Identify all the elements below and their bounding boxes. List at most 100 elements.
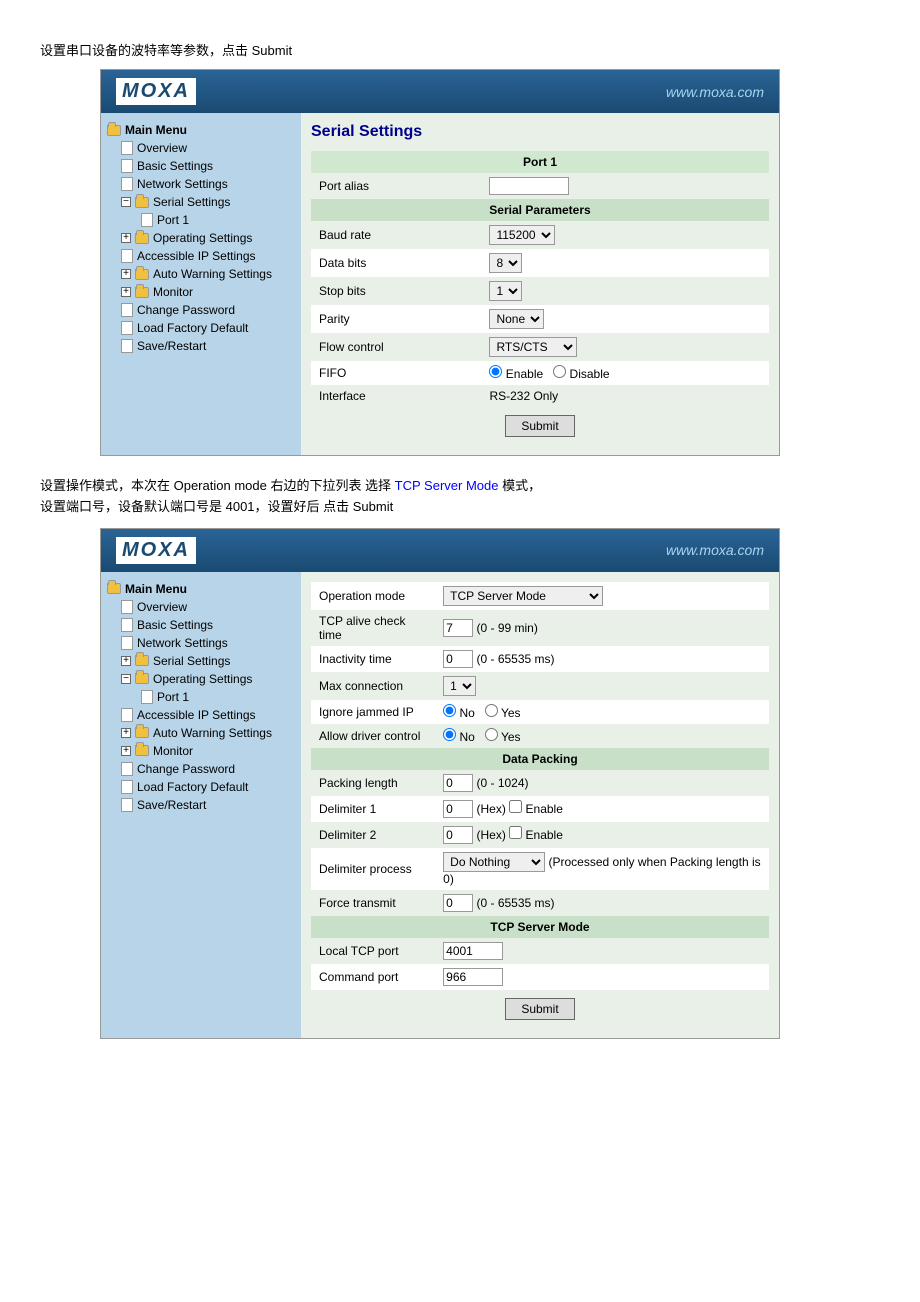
panel1-submit-button[interactable]: Submit <box>505 415 574 437</box>
data-packing-label: Data Packing <box>311 748 769 770</box>
port-header-cell: Port 1 <box>311 151 769 173</box>
operating-expand-icon-1[interactable]: + <box>121 233 131 243</box>
sidebar-operating-settings-1[interactable]: + Operating Settings <box>101 229 301 247</box>
sidebar-serial-settings-2[interactable]: + Serial Settings <box>101 652 301 670</box>
fifo-label: FIFO <box>311 361 481 385</box>
sidebar-change-password-2[interactable]: Change Password <box>101 760 301 778</box>
port1-icon-1 <box>141 213 153 227</box>
network-settings-label-2: Network Settings <box>137 636 228 650</box>
basic-settings-label-1: Basic Settings <box>137 159 213 173</box>
sidebar-auto-warning-2[interactable]: + Auto Warning Settings <box>101 724 301 742</box>
moxa-url-1: www.moxa.com <box>666 84 764 100</box>
delimiter1-label: Delimiter 1 <box>311 796 435 822</box>
delimiter1-input[interactable] <box>443 800 473 818</box>
op-mode-select[interactable]: TCP Server Mode TCP Client Mode UDP Mode <box>443 586 603 606</box>
sidebar-load-factory-1[interactable]: Load Factory Default <box>101 319 301 337</box>
local-tcp-input[interactable] <box>443 942 503 960</box>
max-conn-select[interactable]: 1 2 3 4 <box>443 676 476 696</box>
auto-warning-expand-1[interactable]: + <box>121 269 131 279</box>
ignore-jammed-yes-label: Yes <box>501 706 521 720</box>
sidebar-port1-2[interactable]: Port 1 <box>101 688 301 706</box>
inactivity-cell: (0 - 65535 ms) <box>435 646 769 672</box>
delimiter2-enable-label: Enable <box>526 828 563 842</box>
ignore-jammed-cell: No Yes <box>435 700 769 724</box>
panel1-main: Serial Settings Port 1 Port alias Serial… <box>301 113 779 455</box>
op-mode-row: Operation mode TCP Server Mode TCP Clien… <box>311 582 769 610</box>
panel2-submit-button[interactable]: Submit <box>505 998 574 1020</box>
monitor-label-2: Monitor <box>153 744 193 758</box>
stop-bits-select[interactable]: 1 2 <box>489 281 522 301</box>
sidebar-monitor-2[interactable]: + Monitor <box>101 742 301 760</box>
sidebar-basic-settings-2[interactable]: Basic Settings <box>101 616 301 634</box>
operating-settings-table: Operation mode TCP Server Mode TCP Clien… <box>311 582 769 990</box>
delimiter1-enable-checkbox[interactable] <box>509 800 522 813</box>
sidebar-network-settings-2[interactable]: Network Settings <box>101 634 301 652</box>
command-port-cell <box>435 964 769 990</box>
tcp-alive-label: TCP alive check time <box>311 610 435 646</box>
data-bits-select[interactable]: 8 7 <box>489 253 522 273</box>
max-conn-cell: 1 2 3 4 <box>435 672 769 700</box>
delimiter2-input[interactable] <box>443 826 473 844</box>
save-restart-icon-1 <box>121 339 133 353</box>
sidebar-save-restart-2[interactable]: Save/Restart <box>101 796 301 814</box>
overview-label-1: Overview <box>137 141 187 155</box>
packing-length-unit: (0 - 1024) <box>477 776 529 790</box>
moxa-logo-2: MOXA <box>116 537 196 564</box>
sidebar-accessible-ip-1[interactable]: Accessible IP Settings <box>101 247 301 265</box>
command-port-input[interactable] <box>443 968 503 986</box>
sidebar-change-password-1[interactable]: Change Password <box>101 301 301 319</box>
operating-folder-icon-2 <box>135 673 149 684</box>
sidebar-save-restart-1[interactable]: Save/Restart <box>101 337 301 355</box>
serial-settings-title: Serial Settings <box>311 123 769 141</box>
packing-length-input[interactable] <box>443 774 473 792</box>
fifo-cell: Enable Disable <box>481 361 769 385</box>
fifo-disable-radio[interactable] <box>553 365 566 378</box>
sidebar-overview-1[interactable]: Overview <box>101 139 301 157</box>
sidebar-network-settings-1[interactable]: Network Settings <box>101 175 301 193</box>
sidebar-port1-1[interactable]: Port 1 <box>101 211 301 229</box>
sidebar-operating-settings-2[interactable]: − Operating Settings <box>101 670 301 688</box>
tcp-alive-input[interactable] <box>443 619 473 637</box>
auto-warning-expand-2[interactable]: + <box>121 728 131 738</box>
sidebar-auto-warning-1[interactable]: + Auto Warning Settings <box>101 265 301 283</box>
port-alias-input[interactable] <box>489 177 569 195</box>
accessible-ip-label-2: Accessible IP Settings <box>137 708 256 722</box>
delimiter2-enable-checkbox[interactable] <box>509 826 522 839</box>
ignore-jammed-no-radio[interactable] <box>443 704 456 717</box>
serial-expand-icon-1[interactable]: − <box>121 197 131 207</box>
inactivity-input[interactable] <box>443 650 473 668</box>
parity-select[interactable]: None Even Odd <box>489 309 544 329</box>
sidebar-monitor-1[interactable]: + Monitor <box>101 283 301 301</box>
ignore-jammed-yes-radio[interactable] <box>485 704 498 717</box>
operating-expand-icon-2[interactable]: − <box>121 674 131 684</box>
accessible-ip-label-1: Accessible IP Settings <box>137 249 256 263</box>
serial-expand-icon-2[interactable]: + <box>121 656 131 666</box>
serial-params-label: Serial Parameters <box>311 199 769 221</box>
sidebar-overview-2[interactable]: Overview <box>101 598 301 616</box>
flow-control-select[interactable]: RTS/CTS None XON/XOFF <box>489 337 577 357</box>
monitor-expand-1[interactable]: + <box>121 287 131 297</box>
baud-rate-select[interactable]: 115200 9600 19200 38400 57600 <box>489 225 555 245</box>
op-mode-cell: TCP Server Mode TCP Client Mode UDP Mode <box>435 582 769 610</box>
sidebar-main-menu-1: Main Menu <box>101 121 301 139</box>
basic-settings-icon-1 <box>121 159 133 173</box>
allow-driver-no-radio[interactable] <box>443 728 456 741</box>
force-transmit-input[interactable] <box>443 894 473 912</box>
load-factory-icon-1 <box>121 321 133 335</box>
monitor-expand-2[interactable]: + <box>121 746 131 756</box>
port-header-row: Port 1 <box>311 151 769 173</box>
sidebar-basic-settings-1[interactable]: Basic Settings <box>101 157 301 175</box>
auto-warning-label-2: Auto Warning Settings <box>153 726 272 740</box>
delim-process-select[interactable]: Do Nothing Delimiter + 1 Delimiter + 2 S… <box>443 852 545 872</box>
allow-driver-yes-radio[interactable] <box>485 728 498 741</box>
fifo-enable-radio[interactable] <box>489 365 502 378</box>
force-transmit-label: Force transmit <box>311 890 435 916</box>
sidebar-1: Main Menu Overview Basic Settings Networ… <box>101 113 301 455</box>
force-transmit-unit: (0 - 65535 ms) <box>477 896 555 910</box>
sidebar-accessible-ip-2[interactable]: Accessible IP Settings <box>101 706 301 724</box>
sidebar-serial-settings-1[interactable]: − Serial Settings <box>101 193 301 211</box>
serial-settings-label-2: Serial Settings <box>153 654 230 668</box>
max-conn-label: Max connection <box>311 672 435 700</box>
sidebar-load-factory-2[interactable]: Load Factory Default <box>101 778 301 796</box>
flow-control-label: Flow control <box>311 333 481 361</box>
